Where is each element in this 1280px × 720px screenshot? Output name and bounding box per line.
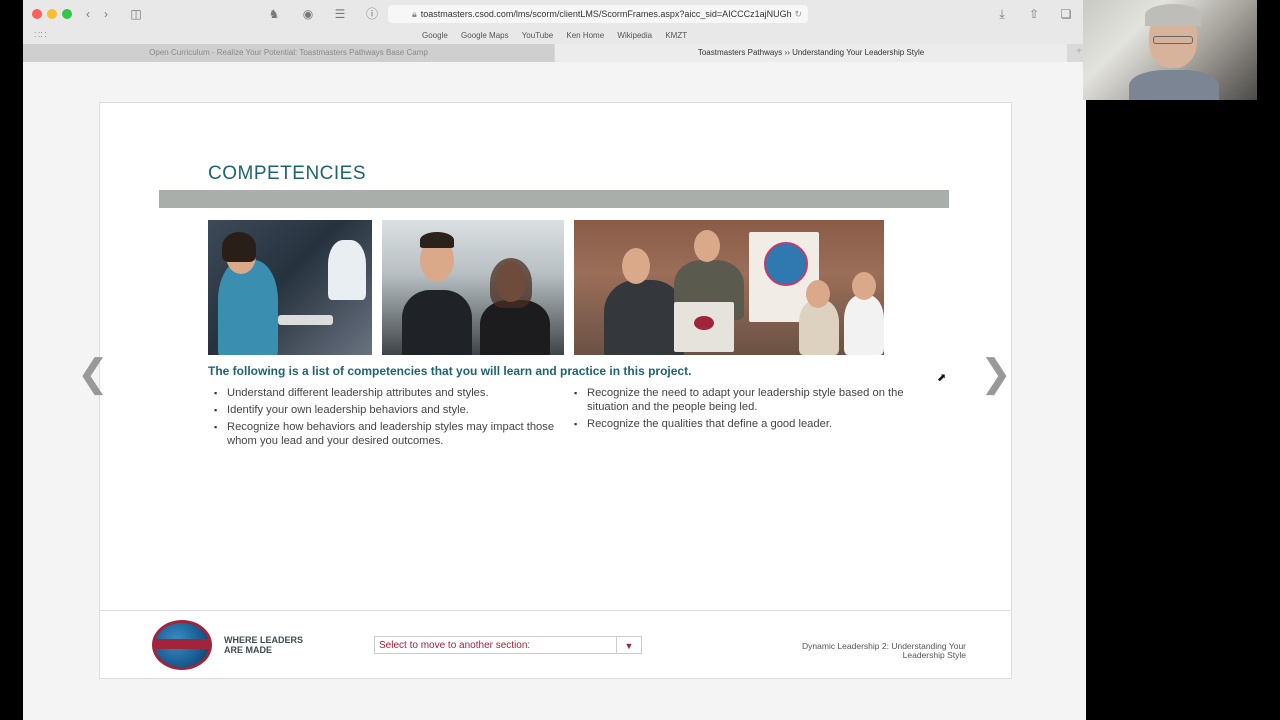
bookmark-google-maps[interactable]: Google Maps [461, 31, 509, 40]
browser-window: ‹ › ◫ ♞ ◉ ☰ ⓘ 🔒︎ toastmasters.csod.com/lm… [23, 0, 1086, 720]
toastmasters-logo [152, 620, 212, 670]
webcam-presenter-body [1129, 70, 1219, 100]
list-item: Recognize the qualities that define a go… [568, 417, 908, 431]
bookmark-wikipedia[interactable]: Wikipedia [617, 31, 652, 40]
bookmark-ken-home[interactable]: Ken Home [566, 31, 604, 40]
course-slide: COMPETENCIES The following is a list of … [77, 102, 1012, 611]
course-name: Dynamic Leadership 2: Understanding Your… [766, 642, 966, 660]
chevron-down-icon[interactable]: ▼ [616, 637, 641, 653]
reload-icon[interactable]: ↻ [794, 5, 802, 23]
webcam-presenter-hair [1145, 4, 1201, 26]
maximize-window-button[interactable] [62, 9, 72, 19]
new-tab-icon[interactable]: + [1076, 46, 1082, 57]
list-item: Identify your own leadership behaviors a… [208, 403, 558, 417]
tagline-line2: ARE MADE [224, 645, 273, 655]
mouse-pointer-icon: ⬈ [937, 372, 947, 384]
download-icon[interactable]: ⤓ [993, 6, 1011, 22]
back-icon[interactable]: ‹ [79, 6, 97, 22]
forward-icon[interactable]: › [97, 6, 115, 22]
lock-icon: 🔒︎ [412, 9, 417, 19]
bookmark-kmzt[interactable]: KMZT [665, 31, 687, 40]
list-item: Understand different leadership attribut… [208, 386, 558, 400]
photo-toastmasters-meeting [574, 220, 884, 355]
url-text: toastmasters.csod.com/lms/scorm/clientLM… [420, 9, 792, 19]
close-window-button[interactable] [32, 9, 42, 19]
list-item: Recognize how behaviors and leadership s… [208, 420, 558, 448]
section-select[interactable]: Select to move to another section: ▼ [374, 636, 642, 654]
address-bar[interactable]: 🔒︎ toastmasters.csod.com/lms/scorm/client… [388, 5, 808, 23]
list-item: Recognize the need to adapt your leaders… [568, 386, 908, 414]
title-divider-band [159, 190, 949, 208]
previous-slide-button[interactable]: ❮ [77, 355, 109, 393]
photo-smiling-couple [382, 220, 564, 355]
minimize-window-button[interactable] [47, 9, 57, 19]
privacy-icon[interactable]: ◉ [299, 6, 317, 22]
bookmarks-bar: ∷∷ Google Google Maps YouTube Ken Home W… [23, 28, 1086, 44]
apps-grid-icon[interactable]: ∷∷ [34, 30, 47, 41]
course-name-line2: Leadership Style [902, 650, 966, 660]
bookmark-youtube[interactable]: YouTube [522, 31, 553, 40]
sidebar-icon[interactable]: ◫ [127, 6, 145, 22]
page-title: COMPETENCIES [208, 163, 367, 184]
course-footer: WHERE LEADERS ARE MADE Select to move to… [99, 610, 1012, 679]
webcam-overlay [1083, 0, 1257, 100]
share-icon[interactable]: ⇧ [1025, 6, 1043, 22]
browser-toolbar: ‹ › ◫ ♞ ◉ ☰ ⓘ 🔒︎ toastmasters.csod.com/lm… [23, 0, 1086, 28]
tabs-overview-icon[interactable]: ❏ [1057, 6, 1075, 22]
tab-bar: Open Curriculum - Realize Your Potential… [23, 44, 1086, 62]
competencies-intro: The following is a list of competencies … [208, 364, 692, 378]
section-select-label: Select to move to another section: [379, 640, 531, 651]
layers-icon[interactable]: ☰ [331, 6, 349, 22]
tagline-line1: WHERE LEADERS [224, 635, 304, 645]
tab-leadership-style[interactable]: Toastmasters Pathways ›› Understanding Y… [555, 44, 1067, 62]
bookmark-google[interactable]: Google [422, 31, 448, 40]
extension-icon[interactable]: ♞ [265, 6, 283, 22]
next-slide-button[interactable]: ❯ [980, 355, 1012, 393]
competency-list-left: Understand different leadership attribut… [208, 386, 558, 451]
tagline: WHERE LEADERS ARE MADE [224, 635, 303, 655]
photo-woman-with-tablet [208, 220, 372, 355]
tab-open-curriculum[interactable]: Open Curriculum - Realize Your Potential… [23, 44, 554, 62]
info-icon[interactable]: ⓘ [363, 6, 381, 22]
page-content: COMPETENCIES The following is a list of … [23, 62, 1086, 720]
competency-list-right: Recognize the need to adapt your leaders… [568, 386, 908, 434]
glasses-icon [1153, 36, 1193, 44]
